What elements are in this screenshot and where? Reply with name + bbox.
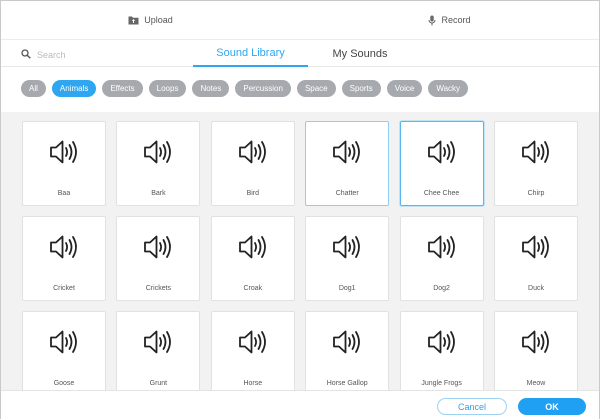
category-pill-sports[interactable]: Sports — [341, 80, 381, 97]
sound-name: Chirp — [527, 190, 545, 197]
sound-card[interactable]: Bird — [210, 121, 295, 206]
sound-name: Goose — [53, 380, 75, 387]
speaker-icon — [49, 139, 81, 170]
sound-name: Cricket — [53, 285, 75, 292]
upload-label: Upload — [144, 15, 173, 25]
sound-name: Bark — [151, 190, 166, 197]
record-label: Record — [441, 15, 471, 25]
speaker-icon — [332, 139, 364, 170]
sound-name: Meow — [526, 380, 546, 387]
sound-name: Chee Chee — [423, 190, 460, 197]
microphone-icon — [428, 15, 436, 26]
search-input[interactable] — [37, 50, 157, 60]
record-button[interactable]: Record — [300, 1, 599, 39]
sound-card[interactable]: Baa — [22, 121, 106, 206]
upload-button[interactable]: Upload — [1, 1, 300, 39]
sound-name: Crickets — [145, 285, 172, 292]
sound-name: Croak — [243, 285, 263, 292]
speaker-icon — [427, 139, 459, 170]
category-pill-voice[interactable]: Voice — [386, 80, 423, 97]
sound-card[interactable]: Duck — [494, 216, 578, 301]
speaker-icon — [238, 329, 270, 360]
category-pill-space[interactable]: Space — [296, 80, 336, 97]
tab-sound-library[interactable]: Sound Library — [193, 40, 308, 67]
sound-card[interactable]: Croak — [210, 216, 295, 301]
category-pill-all[interactable]: All — [21, 80, 46, 97]
sound-card[interactable]: Dog1 — [305, 216, 390, 301]
sound-card[interactable]: Chatter — [305, 121, 390, 206]
sound-card[interactable]: Dog2 — [399, 216, 484, 301]
speaker-icon — [49, 234, 81, 265]
sound-card[interactable]: Goose — [22, 311, 106, 390]
speaker-icon — [49, 329, 81, 360]
speaker-icon — [143, 329, 175, 360]
search-box — [21, 46, 157, 64]
sound-card[interactable]: Grunt — [116, 311, 201, 390]
sound-grid: Baa Bark Bird Chatter Chee Chee Chirp Cricket C… — [1, 112, 599, 390]
category-pill-effects[interactable]: Effects — [102, 80, 143, 97]
speaker-icon — [521, 234, 553, 265]
sound-picker-dialog: Upload Record Sound Library — [0, 0, 600, 419]
speaker-icon — [427, 234, 459, 265]
sound-name: Dog2 — [433, 285, 450, 292]
sound-card[interactable]: Horse Gallop — [305, 311, 390, 390]
speaker-icon — [332, 234, 364, 265]
speaker-icon — [143, 234, 175, 265]
cancel-button[interactable]: Cancel — [437, 398, 507, 415]
speaker-icon — [143, 139, 175, 170]
sound-name: Grunt — [149, 380, 168, 387]
speaker-icon — [521, 139, 553, 170]
upload-icon — [128, 15, 139, 25]
top-bar: Upload Record — [1, 1, 599, 39]
category-pill-wacky[interactable]: Wacky — [428, 80, 469, 97]
sound-name: Chatter — [335, 190, 359, 197]
sound-name: Horse Gallop — [326, 380, 368, 387]
category-pill-animals[interactable]: Animals — [51, 80, 97, 97]
sound-name: Duck — [528, 285, 544, 292]
speaker-icon — [427, 329, 459, 360]
sound-card[interactable]: Jungle Frogs — [399, 311, 484, 390]
sound-card[interactable]: Bark — [116, 121, 201, 206]
category-filter-bar: All Animals Effects Loops Notes Percussion Spa… — [21, 80, 469, 97]
sound-card[interactable]: Chirp — [494, 121, 578, 206]
sound-name: Jungle Frogs — [421, 380, 462, 387]
sound-name: Horse — [243, 380, 263, 387]
tab-my-sounds[interactable]: My Sounds — [319, 40, 401, 67]
search-icon — [21, 46, 31, 64]
sound-name: Dog1 — [338, 285, 356, 292]
category-pill-loops[interactable]: Loops — [148, 80, 187, 97]
sound-name: Bird — [246, 190, 260, 197]
sound-card[interactable]: Horse — [210, 311, 295, 390]
sound-card[interactable]: Meow — [494, 311, 578, 390]
sound-card[interactable]: Cricket — [22, 216, 106, 301]
category-pill-notes[interactable]: Notes — [192, 80, 230, 97]
dialog-footer: Cancel OK — [1, 390, 599, 419]
tab-row: Sound Library My Sounds — [1, 39, 599, 67]
speaker-icon — [332, 329, 364, 360]
sound-card[interactable]: Chee Chee — [399, 121, 484, 206]
sound-name: Baa — [57, 190, 71, 197]
ok-button[interactable]: OK — [518, 398, 586, 415]
sound-card[interactable]: Crickets — [116, 216, 201, 301]
speaker-icon — [238, 234, 270, 265]
category-pill-percussion[interactable]: Percussion — [235, 80, 291, 97]
speaker-icon — [521, 329, 553, 360]
speaker-icon — [238, 139, 270, 170]
